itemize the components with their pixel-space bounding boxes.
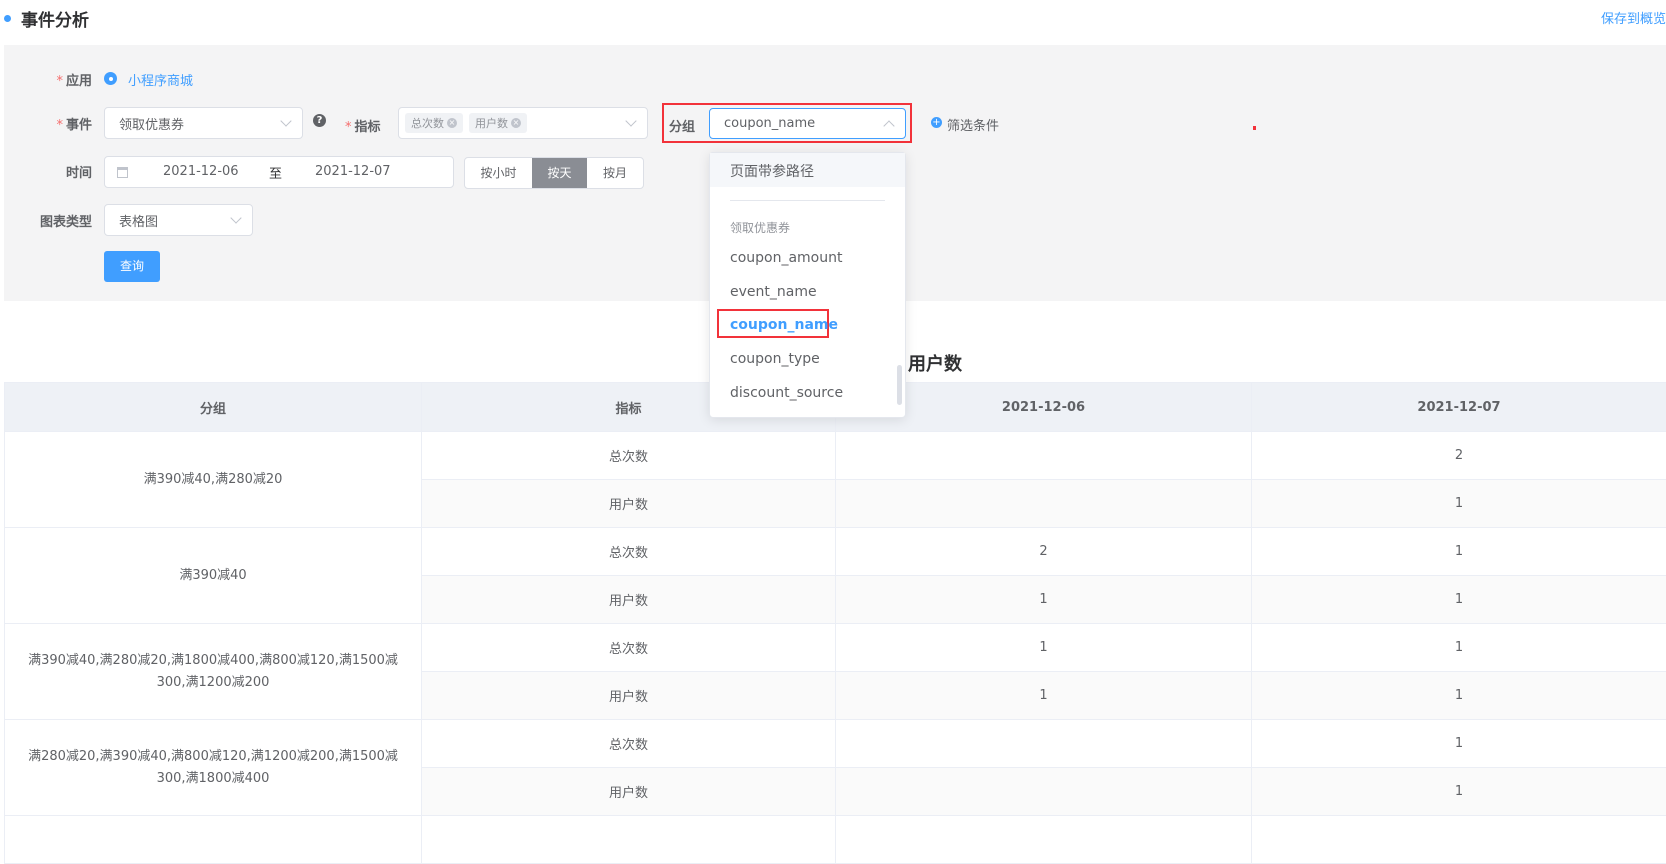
- group-cell: 满280减20,满390减40,满800减120,满1200减200,满1500…: [5, 720, 422, 816]
- tag-close-icon[interactable]: ×: [511, 118, 521, 128]
- value-cell: [836, 768, 1252, 816]
- column-header: 2021-12-07: [1252, 383, 1666, 432]
- by-day-button[interactable]: 按天: [532, 158, 587, 188]
- app-radio-label[interactable]: 小程序商城: [128, 70, 193, 89]
- chart-type-label: 图表类型: [20, 211, 92, 230]
- metric-cell: 总次数: [422, 720, 836, 768]
- value-cell: [836, 432, 1252, 480]
- by-month-button[interactable]: 按月: [587, 158, 643, 188]
- dropdown-item[interactable]: event_name: [730, 284, 817, 300]
- chevron-up-icon: [883, 120, 894, 131]
- table-row: 满390减40总次数21: [5, 528, 1666, 576]
- dropdown-scrollbar[interactable]: [897, 365, 902, 405]
- value-cell: [836, 720, 1252, 768]
- value-cell: 1: [836, 576, 1252, 624]
- group-dropdown-menu: 页面带参路径 领取优惠券 coupon_amount event_name co…: [709, 152, 906, 418]
- value-cell: 1: [1252, 720, 1666, 768]
- value-cell: 2: [836, 528, 1252, 576]
- add-filter-button[interactable]: 筛选条件: [947, 115, 999, 134]
- question-circle-icon[interactable]: ?: [313, 114, 326, 127]
- metric-label: *指标: [345, 116, 381, 135]
- metric-cell: 用户数: [422, 480, 836, 528]
- calendar-icon: [117, 167, 128, 178]
- value-cell: 1: [836, 624, 1252, 672]
- group-cell: 满390减40: [5, 528, 422, 624]
- value-cell: 1: [1252, 576, 1666, 624]
- table-row: 满280减20,满390减40,满800减120,满1200减200,满1500…: [5, 720, 1666, 768]
- date-range-picker[interactable]: 2021-12-06 至 2021-12-07: [104, 156, 454, 188]
- table-row: 满390减40,满280减20总次数2: [5, 432, 1666, 480]
- value-cell: 1: [1252, 528, 1666, 576]
- metric-select[interactable]: 总次数× 用户数×: [398, 107, 648, 139]
- granularity-group: 按小时 按天 按月: [464, 157, 644, 189]
- value-cell: [1252, 816, 1666, 864]
- dropdown-item[interactable]: coupon_type: [730, 351, 820, 367]
- chart-type-select[interactable]: 表格图: [104, 204, 253, 236]
- metric-cell: 总次数: [422, 528, 836, 576]
- group-cell: 满390减40,满280减20,满1800减400,满800减120,满1500…: [5, 624, 422, 720]
- dropdown-group-title: 领取优惠券: [730, 219, 790, 236]
- metric-cell: 用户数: [422, 672, 836, 720]
- table-row: 满390减40,满280减20,满1800减400,满800减120,满1500…: [5, 624, 1666, 672]
- plus-circle-icon[interactable]: +: [931, 117, 942, 128]
- end-date[interactable]: 2021-12-07: [315, 164, 391, 179]
- value-cell: 1: [836, 672, 1252, 720]
- table-row: [5, 816, 1666, 864]
- save-to-overview-link[interactable]: 保存到概览: [1601, 8, 1666, 27]
- dropdown-item-selected[interactable]: coupon_name: [730, 317, 838, 333]
- value-cell: 1: [1252, 480, 1666, 528]
- dropdown-item[interactable]: coupon_amount: [730, 250, 842, 266]
- start-date[interactable]: 2021-12-06: [163, 164, 239, 179]
- dropdown-item[interactable]: discount_source: [730, 385, 843, 401]
- value-cell: 1: [1252, 672, 1666, 720]
- red-marker: [1253, 126, 1256, 130]
- value-cell: 2: [1252, 432, 1666, 480]
- page-title: 事件分析: [21, 6, 89, 31]
- by-hour-button[interactable]: 按小时: [465, 158, 532, 188]
- column-header: 分组: [5, 383, 422, 432]
- metric-cell: 用户数: [422, 768, 836, 816]
- value-cell: [836, 480, 1252, 528]
- dropdown-item[interactable]: 页面带参路径: [730, 161, 814, 181]
- value-cell: 1: [1252, 624, 1666, 672]
- metric-tag: 总次数×: [405, 113, 463, 133]
- group-select[interactable]: coupon_name: [709, 108, 906, 139]
- value-cell: 1: [1252, 768, 1666, 816]
- group-label: 分组: [669, 116, 695, 135]
- divider: [730, 200, 885, 201]
- range-separator: 至: [269, 163, 282, 182]
- group-cell: 满390减40,满280减20: [5, 432, 422, 528]
- table-title: 用户数: [908, 350, 962, 376]
- metric-cell: 总次数: [422, 624, 836, 672]
- value-cell: [836, 816, 1252, 864]
- metric-cell: 总次数: [422, 432, 836, 480]
- result-table: 分组 指标 2021-12-06 2021-12-07 满390减40,满280…: [4, 382, 1666, 864]
- query-button[interactable]: 查询: [104, 251, 160, 282]
- event-label: *事件: [40, 114, 92, 133]
- app-label: *应用: [40, 70, 92, 89]
- tag-close-icon[interactable]: ×: [447, 118, 457, 128]
- chevron-down-icon: [230, 212, 241, 223]
- event-select[interactable]: 领取优惠券: [104, 107, 303, 139]
- metric-tag: 用户数×: [469, 113, 527, 133]
- chevron-down-icon: [280, 115, 291, 126]
- title-dot-icon: [4, 15, 11, 22]
- metric-cell: 用户数: [422, 576, 836, 624]
- app-radio[interactable]: [104, 72, 117, 85]
- metric-cell: [422, 816, 836, 864]
- group-cell: [5, 816, 422, 864]
- chevron-down-icon: [625, 115, 636, 126]
- time-label: 时间: [40, 162, 92, 181]
